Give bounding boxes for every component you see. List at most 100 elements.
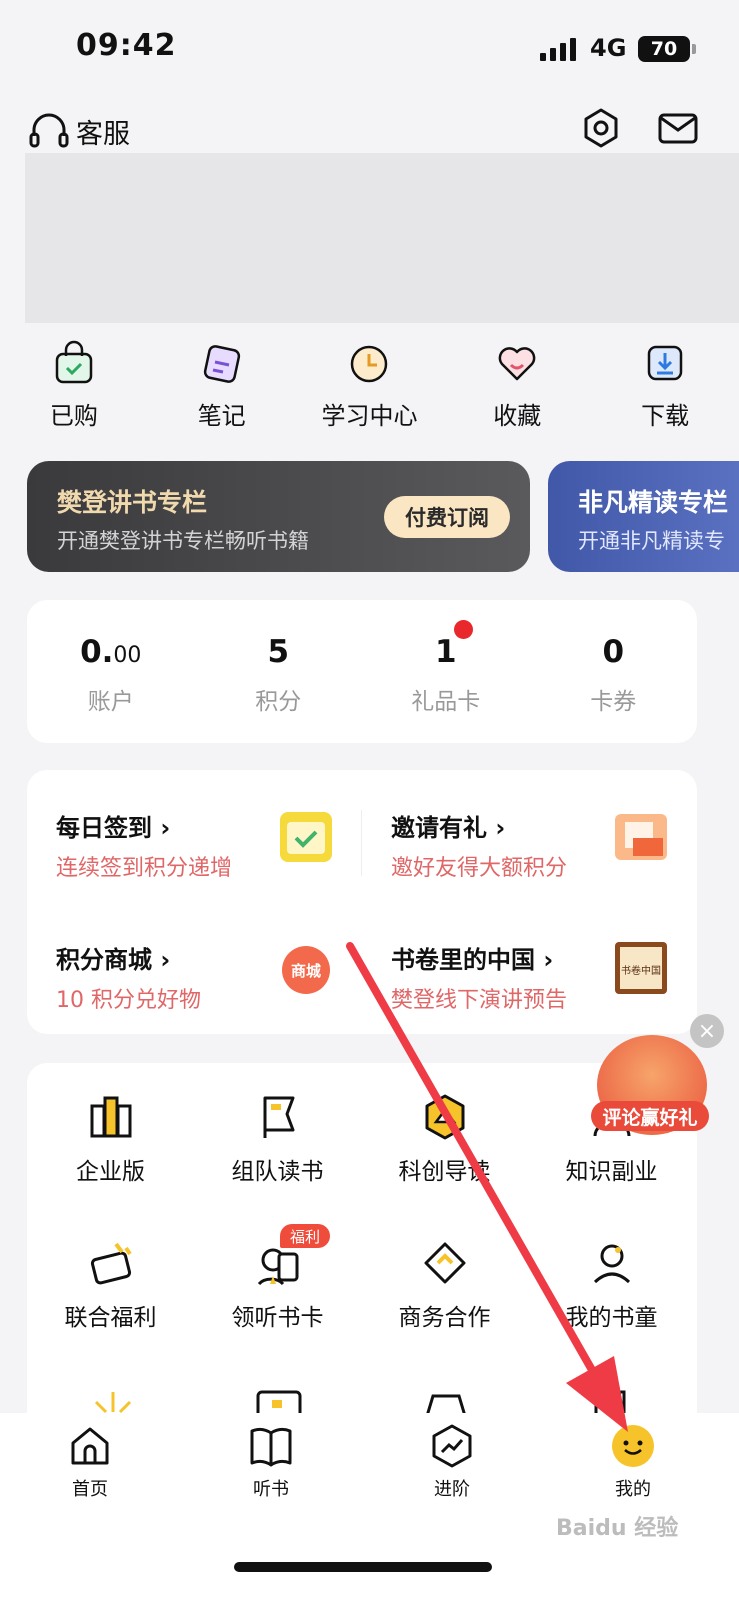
service-label: 联合福利 <box>64 1305 157 1331</box>
home-icon <box>71 1427 109 1465</box>
handshake-icon <box>424 1242 465 1284</box>
service-label: 组队读书 <box>231 1159 324 1185</box>
watermark: Baidu 经验 <box>556 1516 679 1541</box>
wallet-value: 0.00 <box>80 634 142 670</box>
battery-icon: 70 <box>638 36 690 62</box>
task-title: 积分商城 › <box>56 946 171 974</box>
tasks-panel: 每日签到 › 连续签到积分递增 邀请有礼 › 邀好友得大额积分 积分商城 › 1… <box>27 770 697 1034</box>
tab-label: 进阶 <box>434 1479 470 1500</box>
tab-label: 首页 <box>72 1479 108 1500</box>
service-label: 领听书卡 <box>231 1305 324 1331</box>
wallet-value: 5 <box>267 634 290 670</box>
task-points-mall[interactable]: 积分商城 › 10 积分兑好物 商城 <box>56 940 356 1050</box>
task-daily-checkin[interactable]: 每日签到 › 连续签到积分递增 <box>56 808 356 918</box>
tab-label: 听书 <box>253 1479 289 1500</box>
service-label: 企业版 <box>76 1159 145 1185</box>
signal-icon <box>540 38 576 61</box>
service-label: 知识副业 <box>565 1159 658 1185</box>
chevron-right-icon: › <box>495 814 506 842</box>
tab-label: 我的 <box>615 1479 651 1500</box>
wallet-coupons[interactable]: 0 卡券 <box>530 600 698 743</box>
customer-service-label: 客服 <box>76 118 130 150</box>
service-claim-card[interactable]: 领听书卡 <box>194 1238 361 1332</box>
message-icon[interactable] <box>656 106 700 150</box>
tab-listen[interactable]: 听书 <box>211 1423 331 1501</box>
quick-item-label: 收藏 <box>493 402 542 430</box>
quick-item-label: 下载 <box>641 402 690 430</box>
mall-badge-icon: 商城 <box>282 946 330 994</box>
promo-float-label[interactable]: 评论赢好礼 <box>591 1101 709 1131</box>
service-label: 我的书童 <box>565 1305 658 1331</box>
vip-card-subtitle: 开通非凡精读专 <box>578 529 725 553</box>
tab-mine[interactable]: 我的 <box>573 1423 693 1501</box>
task-china-in-books[interactable]: 书卷里的中国 › 樊登线下演讲预告 书卷中国 <box>391 940 691 1050</box>
clock-icon <box>351 345 388 383</box>
service-team-reading[interactable]: 组队读书 <box>194 1092 361 1186</box>
task-invite[interactable]: 邀请有礼 › 邀好友得大额积分 <box>391 808 691 918</box>
benefit-badge: 福利 <box>280 1224 331 1248</box>
vip-card-title: 樊登讲书专栏 <box>57 488 208 517</box>
book-icon <box>250 1427 292 1467</box>
download-icon <box>647 345 683 381</box>
flag-icon <box>263 1096 294 1138</box>
task-title: 书卷里的中国 › <box>391 946 554 974</box>
chevron-right-icon: › <box>160 946 171 974</box>
vip-card-title: 非凡精读专栏 <box>578 488 729 517</box>
service-joint-benefits[interactable]: 联合福利 <box>27 1238 194 1332</box>
quick-actions-row: 已购 笔记 学习中心 收藏 下载 <box>0 340 739 431</box>
book-badge-text: 书卷中国 <box>621 964 661 977</box>
note-icon <box>203 345 240 383</box>
wallet-value: 1 <box>434 634 457 670</box>
task-subtitle: 樊登线下演讲预告 <box>391 988 568 1013</box>
service-tech-guide[interactable]: 科创导读 <box>361 1092 528 1186</box>
wallet-label: 积分 <box>255 689 302 715</box>
wallet-label: 卡券 <box>590 689 637 715</box>
quick-item-purchased[interactable]: 已购 <box>0 340 148 431</box>
trend-icon <box>432 1424 472 1468</box>
mall-badge-text: 商城 <box>291 962 321 980</box>
service-enterprise[interactable]: 企业版 <box>27 1092 194 1186</box>
notification-dot <box>454 620 473 639</box>
wallet-label: 礼品卡 <box>411 689 481 715</box>
chevron-right-icon: › <box>160 814 171 842</box>
wallet-panel: 0.00 账户 5 积分 1 礼品卡 0 卡券 <box>27 600 697 743</box>
card-icon <box>90 1242 132 1285</box>
task-subtitle: 连续签到积分递增 <box>56 856 233 881</box>
assistant-icon <box>593 1244 630 1284</box>
profile-banner[interactable] <box>25 153 739 323</box>
quick-item-download[interactable]: 下载 <box>591 340 739 431</box>
service-business-coop[interactable]: 商务合作 <box>361 1238 528 1332</box>
quick-item-label: 已购 <box>49 402 98 430</box>
task-subtitle: 10 积分兑好物 <box>56 988 201 1013</box>
gift-envelope-icon <box>615 814 667 860</box>
task-subtitle: 邀好友得大额积分 <box>391 856 568 881</box>
settings-icon[interactable] <box>579 106 623 150</box>
task-title: 每日签到 › <box>56 814 171 842</box>
quick-item-favorites[interactable]: 收藏 <box>443 340 591 431</box>
service-label: 科创导读 <box>398 1159 491 1185</box>
tab-home[interactable]: 首页 <box>30 1423 150 1501</box>
smiley-icon <box>612 1425 654 1467</box>
wallet-points[interactable]: 5 积分 <box>195 600 363 743</box>
status-time: 09:42 <box>76 28 177 63</box>
vip-card-feifan[interactable]: 非凡精读专栏 开通非凡精读专 <box>548 461 739 572</box>
tab-advance[interactable]: 进阶 <box>392 1423 512 1501</box>
vip-card-fandeng[interactable]: 樊登讲书专栏 开通樊登讲书专栏畅听书籍 付费订阅 <box>27 461 530 572</box>
shopping-bag-icon <box>55 340 93 384</box>
home-indicator <box>234 1562 492 1572</box>
close-icon[interactable]: × <box>690 1014 724 1048</box>
book-cover-icon: 书卷中国 <box>615 942 667 994</box>
wallet-label: 账户 <box>87 689 134 715</box>
service-my-assistant[interactable]: 我的书童 <box>528 1238 695 1332</box>
quick-item-notes[interactable]: 笔记 <box>148 340 296 431</box>
customer-service-button[interactable]: 客服 <box>28 110 130 152</box>
headset-icon <box>29 113 69 148</box>
network-type: 4G <box>590 34 627 62</box>
subscribe-button[interactable]: 付费订阅 <box>384 496 510 538</box>
vip-card-subtitle: 开通樊登讲书专栏畅听书籍 <box>57 529 309 553</box>
wallet-gift-card[interactable]: 1 礼品卡 <box>362 600 530 743</box>
chevron-right-icon: › <box>543 946 554 974</box>
calendar-check-icon <box>280 812 332 862</box>
wallet-account[interactable]: 0.00 账户 <box>27 600 195 743</box>
quick-item-study-center[interactable]: 学习中心 <box>296 340 444 431</box>
